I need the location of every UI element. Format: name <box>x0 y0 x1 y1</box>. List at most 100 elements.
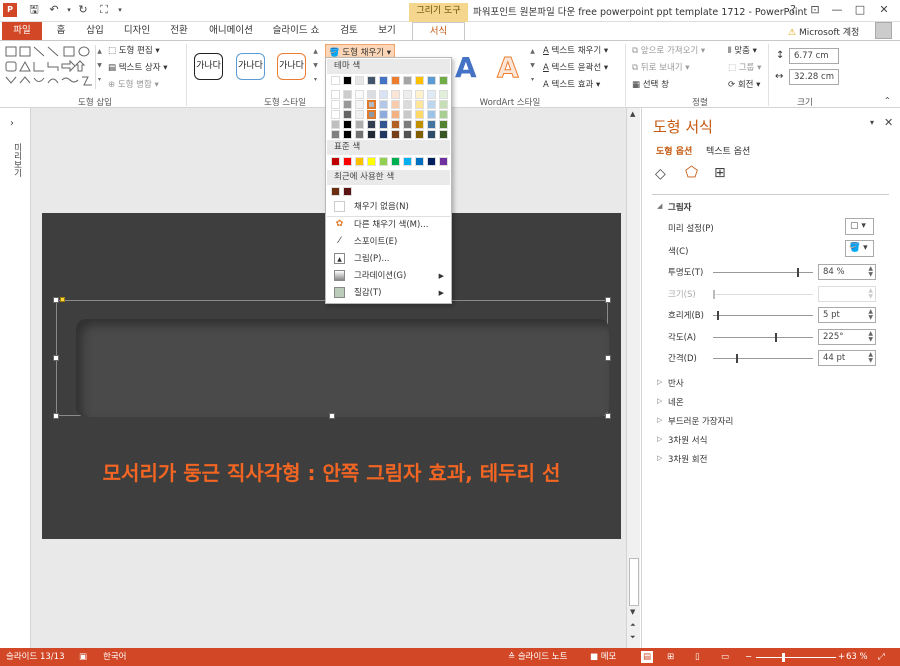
expand-icon[interactable]: ▷ <box>657 397 662 405</box>
color-swatch[interactable] <box>331 120 340 129</box>
thumbnail-pane-collapsed[interactable]: › 미리보기 <box>0 108 31 648</box>
color-swatch[interactable] <box>403 100 412 109</box>
wordart-scroll[interactable]: ▲ ▼ ▾ <box>528 45 537 89</box>
shape-style-1[interactable]: 가나다 <box>194 53 223 80</box>
text-effects-button[interactable]: A 텍스트 효과 ▾ <box>543 78 600 90</box>
color-swatch[interactable] <box>343 110 352 119</box>
color-swatch[interactable] <box>355 157 364 166</box>
color-swatch[interactable] <box>439 157 448 166</box>
resize-handle[interactable] <box>53 297 59 303</box>
resize-handle[interactable] <box>605 297 611 303</box>
expand-icon[interactable]: ▷ <box>657 378 662 386</box>
notes-button[interactable]: ≙ 슬라이드 노트 <box>508 648 567 666</box>
shape-style-2[interactable]: 가나다 <box>236 53 265 80</box>
shadow-section[interactable]: 그림자 <box>668 201 691 213</box>
rotate-button[interactable]: ⟳ 회전 ▾ <box>728 78 760 90</box>
blur-input[interactable]: 5 pt ▲ ▼ <box>818 307 876 323</box>
3d-rotation-section[interactable]: 3차원 회전 <box>668 453 707 465</box>
glow-section[interactable]: 네온 <box>668 396 684 408</box>
color-swatch[interactable] <box>415 157 424 166</box>
shape-style-3[interactable]: 가나다 <box>277 53 306 80</box>
slider-thumb[interactable] <box>717 311 719 320</box>
pane-close-icon[interactable]: ✕ <box>884 116 893 129</box>
wordart-style-3[interactable]: A <box>497 51 520 85</box>
customize-toolbar-icon[interactable]: ▾ <box>113 3 127 17</box>
color-swatch[interactable] <box>427 76 436 85</box>
tab-slideshow[interactable]: 슬라이드 쇼 <box>270 22 322 40</box>
color-swatch[interactable] <box>331 90 340 99</box>
color-swatch[interactable] <box>343 76 352 85</box>
presets-dropdown[interactable]: ▢ ▾ <box>845 218 874 235</box>
resize-handle[interactable] <box>53 355 59 361</box>
color-swatch[interactable] <box>355 120 364 129</box>
color-swatch[interactable] <box>331 187 340 196</box>
normal-view-icon[interactable]: ▤ <box>641 651 653 663</box>
undo-icon[interactable]: ↶ <box>47 3 61 17</box>
color-swatch[interactable] <box>403 130 412 139</box>
shapes-gallery[interactable] <box>4 45 95 89</box>
vertical-scrollbar[interactable]: ▲ ▼ ⏶ ⏷ <box>626 108 640 648</box>
width-input[interactable]: 32.28 cm <box>789 69 839 85</box>
maximize-button[interactable]: □ <box>851 2 869 18</box>
zoom-thumb[interactable] <box>782 653 785 662</box>
tab-transitions[interactable]: 전환 <box>166 22 192 40</box>
tab-review[interactable]: 검토 <box>336 22 362 40</box>
color-swatch[interactable] <box>379 110 388 119</box>
color-swatch[interactable] <box>343 90 352 99</box>
color-swatch[interactable] <box>367 120 376 129</box>
color-swatch[interactable] <box>403 110 412 119</box>
color-swatch[interactable] <box>379 100 388 109</box>
spinner-icon[interactable]: ▲ ▼ <box>868 331 873 343</box>
color-swatch[interactable] <box>427 110 436 119</box>
pane-options-icon[interactable]: ▾ <box>870 118 874 127</box>
color-swatch[interactable] <box>331 157 340 166</box>
zoom-level[interactable]: 63 % <box>846 648 868 666</box>
tab-text-options[interactable]: 텍스트 옵션 <box>706 144 750 157</box>
eyedropper-item[interactable]: ⁄ 스포이트(E) <box>334 235 398 249</box>
size-properties-icon[interactable]: ⊞ <box>714 165 726 181</box>
no-fill-item[interactable]: 채우기 없음(N) <box>334 200 409 214</box>
blur-slider[interactable] <box>713 311 813 320</box>
color-swatch[interactable] <box>391 157 400 166</box>
color-swatch[interactable] <box>379 130 388 139</box>
collapse-ribbon-icon[interactable]: ⌃ <box>884 96 891 105</box>
color-swatch[interactable] <box>439 90 448 99</box>
color-swatch[interactable] <box>415 76 424 85</box>
texture-item[interactable]: 질감(T) ▶ <box>334 286 444 300</box>
scroll-up-icon[interactable]: ▲ <box>630 110 635 118</box>
transparency-input[interactable]: 84 % ▲ ▼ <box>818 264 876 280</box>
color-swatch[interactable] <box>391 130 400 139</box>
slide-caption[interactable]: 모서리가 둥근 직사각형 : 안쪽 그림자 효과, 테두리 선 <box>42 457 621 486</box>
color-swatch[interactable] <box>355 130 364 139</box>
color-swatch[interactable] <box>343 120 352 129</box>
color-swatch[interactable] <box>331 76 340 85</box>
resize-handle[interactable] <box>605 355 611 361</box>
color-swatch[interactable] <box>367 100 376 109</box>
color-swatch[interactable] <box>427 90 436 99</box>
next-slide-icon[interactable]: ⏷ <box>630 633 636 642</box>
color-swatch[interactable] <box>367 157 376 166</box>
color-swatch[interactable] <box>343 187 352 196</box>
slideshow-from-start-icon[interactable]: ⛶ <box>97 3 111 17</box>
color-swatch[interactable] <box>331 110 340 119</box>
tab-file[interactable]: 파일 <box>2 22 42 40</box>
expand-icon[interactable]: ▷ <box>657 435 662 443</box>
3d-format-section[interactable]: 3차원 서식 <box>668 434 707 446</box>
selected-shape[interactable] <box>56 300 609 417</box>
minimize-button[interactable]: — <box>828 2 846 18</box>
color-swatch[interactable] <box>391 100 400 109</box>
color-swatch[interactable] <box>439 120 448 129</box>
group-button[interactable]: ⬚ 그룹 ▾ <box>728 61 761 73</box>
spinner-icon[interactable]: ▲ ▼ <box>868 352 873 364</box>
account-button[interactable]: ⚠ Microsoft 계정 <box>788 25 859 38</box>
shape-styles-scroll[interactable]: ▲ ▼ ▾ <box>311 45 320 89</box>
angle-slider[interactable] <box>713 333 813 342</box>
color-swatch[interactable] <box>343 157 352 166</box>
shadow-color-dropdown[interactable]: 🪣 ▾ <box>845 240 874 257</box>
bring-forward-button[interactable]: ⧉ 앞으로 가져오기 ▾ <box>632 44 705 56</box>
zoom-in-button[interactable]: + <box>838 648 845 666</box>
color-swatch[interactable] <box>415 110 424 119</box>
transparency-slider[interactable] <box>713 268 813 277</box>
color-swatch[interactable] <box>355 100 364 109</box>
color-swatch[interactable] <box>331 100 340 109</box>
